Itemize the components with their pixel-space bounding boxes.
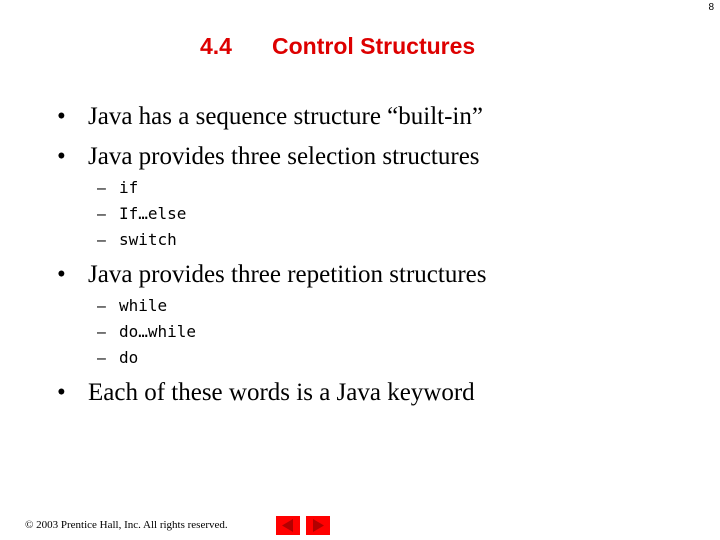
bullet-icon: • [57,143,66,170]
triangle-left-icon [282,519,293,532]
dash-icon: – [97,324,106,341]
slide-title: 4.4 Control Structures [200,33,475,60]
bullet-icon: • [57,379,66,406]
triangle-right-icon [313,519,324,532]
sub-item: – do…while [97,322,196,342]
keyword-text: if [119,178,139,197]
sub-item: – switch [97,230,177,250]
bullet-item: • Java provides three selection structure… [57,143,480,171]
keyword-text: switch [119,230,177,249]
sub-item: – do [97,348,138,368]
bullet-item: • Java has a sequence structure “built-in… [57,103,483,131]
page-number: 8 [708,2,714,13]
keyword-text: do [119,348,139,367]
dash-icon: – [97,350,106,367]
dash-icon: – [97,206,106,223]
bullet-text: Java has a sequence structure “built-in” [88,103,483,130]
title-text: Control Structures [272,33,476,59]
keyword-text: If…else [119,204,187,223]
next-slide-button[interactable] [306,516,330,535]
keyword-text: do…while [119,322,197,341]
bullet-item: • Each of these words is a Java keyword [57,379,475,407]
dash-icon: – [97,232,106,249]
keyword-text: while [119,296,168,315]
copyright-footer: © 2003 Prentice Hall, Inc. All rights re… [25,519,228,531]
bullet-icon: • [57,261,66,288]
dash-icon: – [97,180,106,197]
section-number: 4.4 [200,33,232,59]
bullet-text: Java provides three repetition structure… [88,261,487,288]
dash-icon: – [97,298,106,315]
bullet-text: Each of these words is a Java keyword [88,379,475,406]
sub-item: – If…else [97,204,186,224]
bullet-text: Java provides three selection structures [88,143,480,170]
bullet-icon: • [57,103,66,130]
previous-slide-button[interactable] [276,516,300,535]
sub-item: – if [97,178,138,198]
sub-item: – while [97,296,167,316]
bullet-item: • Java provides three repetition structur… [57,261,486,289]
